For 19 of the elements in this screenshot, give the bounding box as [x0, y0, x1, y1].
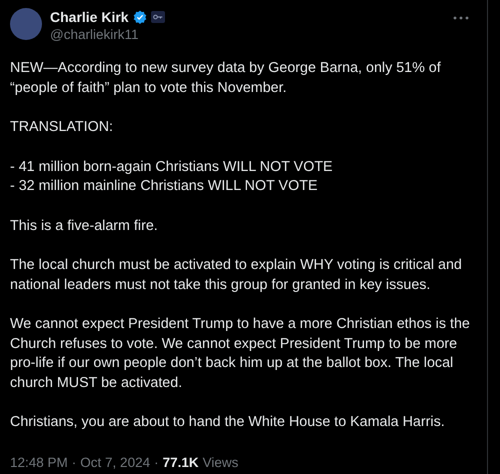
post-time[interactable]: 12:48 PM — [10, 452, 68, 473]
separator-dot: · — [154, 454, 159, 472]
tweet-text: We cannot expect President Trump to have a more Christian ethos is the Church refuses to vote. We cannot expect President Trump to be more pro-life if our own people don’t back him up at the ballot box. The local church MUST be activated. — [10, 315, 471, 392]
tweet-text: - 32 million mainline Christians WILL NOT VOTE — [10, 177, 318, 196]
tweet-text: - 41 million born-again Christians WILL NOT VOTE — [10, 158, 334, 176]
tweet-text: The local church must be activated to explain WHY voting is critical and national leaders must not take this group for granted in key issues. — [10, 256, 463, 294]
author-name[interactable]: Charlie Kirk — [50, 8, 129, 26]
tweet-text: This is a five-alarm fire. — [10, 216, 159, 236]
separator-dot: · — [72, 454, 76, 472]
author-handle[interactable]: @charliekirk11 — [50, 26, 445, 43]
tweet-text: TRANSLATION: — [10, 118, 114, 137]
post-date[interactable]: Oct 7, 2024 — [80, 452, 150, 473]
more-icon[interactable] — [453, 16, 469, 20]
tweet-text: Christians, you are about to hand the White House to Kamala Harris. — [10, 413, 446, 432]
affiliate-badge-icon — [150, 11, 165, 23]
views-count: 77.1K — [162, 454, 199, 472]
views-label: Views — [202, 454, 238, 472]
avatar[interactable] — [10, 8, 42, 40]
tweet-text: NEW—According to new survey data by George Barna, only 51% of “people of faith” plan to vote this November. — [10, 59, 442, 98]
